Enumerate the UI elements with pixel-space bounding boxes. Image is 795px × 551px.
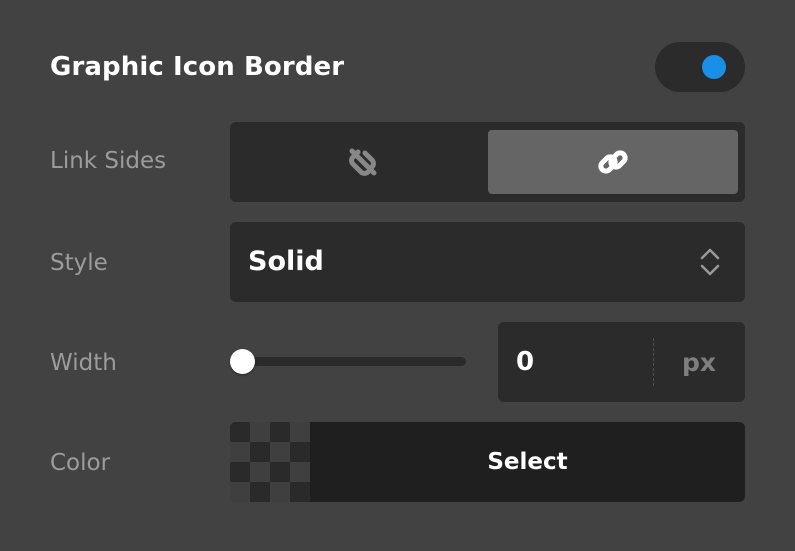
- width-slider-thumb[interactable]: [230, 349, 255, 374]
- border-enable-toggle[interactable]: [655, 42, 745, 92]
- color-label: Color: [50, 450, 111, 476]
- width-number-field: px: [498, 322, 745, 402]
- graphic-icon-border-panel: Graphic Icon Border Link Sides Style Sol…: [0, 0, 795, 551]
- width-slider[interactable]: [230, 340, 466, 384]
- style-select-value: Solid: [248, 246, 324, 277]
- unlink-icon: [349, 148, 377, 176]
- section-title: Graphic Icon Border: [50, 52, 345, 82]
- width-unit[interactable]: px: [682, 348, 716, 377]
- width-slider-track: [230, 357, 466, 366]
- select-arrows-icon: [700, 248, 720, 276]
- unit-divider: [653, 338, 654, 386]
- toggle-knob: [702, 55, 726, 79]
- color-picker[interactable]: Select: [230, 422, 745, 502]
- style-select[interactable]: Solid: [230, 222, 745, 302]
- link-icon: [598, 150, 628, 174]
- width-input[interactable]: [498, 322, 648, 402]
- link-sides-label: Link Sides: [50, 148, 167, 174]
- width-label: Width: [50, 350, 117, 376]
- color-select-button[interactable]: Select: [310, 422, 745, 502]
- link-sides-button[interactable]: [488, 130, 738, 194]
- color-swatch[interactable]: [230, 422, 310, 502]
- link-sides-control: [230, 122, 745, 202]
- style-label: Style: [50, 250, 108, 276]
- unlink-sides-button[interactable]: [238, 130, 488, 194]
